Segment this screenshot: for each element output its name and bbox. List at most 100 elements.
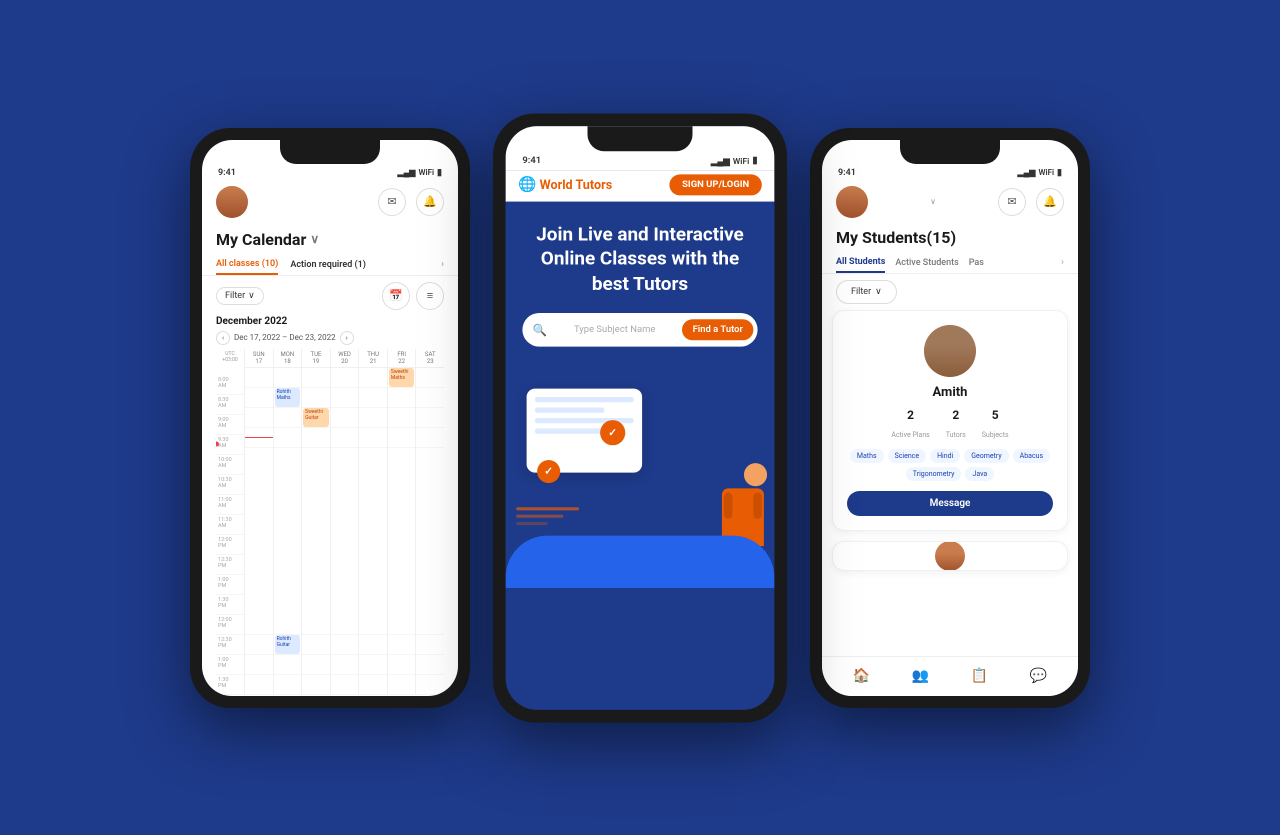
tag-java[interactable]: Java <box>965 467 994 481</box>
phone-students-screen: 9:41 ▂▄▆ WiFi ▮ ∨ ✉ 🔔 <box>822 140 1078 696</box>
message-button-amith[interactable]: Message <box>847 491 1053 516</box>
slot <box>359 368 387 388</box>
slot <box>359 428 387 448</box>
slot <box>416 615 444 635</box>
slot <box>274 408 302 428</box>
col-fri-pm <box>387 615 416 695</box>
tag-geometry[interactable]: Geometry <box>964 449 1008 463</box>
time-1200b: 12:00PM <box>216 615 244 635</box>
avatar-3[interactable] <box>836 186 868 218</box>
phones-container: 9:41 ▂▄▆ WiFi ▮ ✉ 🔔 My Calendar <box>170 108 1110 728</box>
tag-science[interactable]: Science <box>888 449 926 463</box>
slot <box>274 655 302 675</box>
nav-students-icon[interactable]: 👥 <box>912 668 929 684</box>
battery-icon-1: ▮ <box>437 168 442 178</box>
search-bar[interactable]: 🔍 Type Subject Name Find a Tutor <box>522 313 757 347</box>
slot <box>388 675 416 695</box>
speed-line-2 <box>516 514 563 517</box>
header-icons-3: ✉ 🔔 <box>998 188 1064 216</box>
signup-login-button[interactable]: SIGN UP/LOGIN <box>670 174 762 195</box>
slot <box>359 388 387 408</box>
bell-icon-1[interactable]: 🔔 <box>416 188 444 216</box>
thu-pm <box>359 615 387 695</box>
tab-past-students[interactable]: Pas <box>969 254 984 272</box>
subject-tags: Maths Science Hindi Geometry Abacus Trig… <box>847 449 1053 481</box>
time-1300: 1:00PM <box>216 575 244 595</box>
tag-hindi[interactable]: Hindi <box>930 449 960 463</box>
tab-active-students[interactable]: Active Students <box>895 254 958 272</box>
calendar-view-icon[interactable]: 📅 <box>382 282 410 310</box>
slot <box>388 655 416 675</box>
slot <box>416 675 444 695</box>
tab-action-required[interactable]: Action required (1) <box>290 256 366 274</box>
tag-maths[interactable]: Maths <box>850 449 884 463</box>
filter-button-1[interactable]: Filter ∨ <box>216 287 264 305</box>
slot <box>388 388 416 408</box>
date-range: Dec 17, 2022 – Dec 23, 2022 <box>234 333 336 342</box>
fri-pm <box>388 615 416 695</box>
slot-1230: RohithGuitar <box>274 635 302 655</box>
slot <box>388 408 416 428</box>
tag-trigonometry[interactable]: Trigonometry <box>906 467 962 481</box>
sun-pm <box>245 615 273 695</box>
phone3-header: ∨ ✉ 🔔 <box>822 182 1078 224</box>
v-badge: ✓ <box>537 460 560 483</box>
student-card-amith: Amith 2 Active Plans 2 Tutors 5 Subjects <box>832 310 1068 531</box>
event-rohith-guitar[interactable]: RohithGuitar <box>275 635 301 654</box>
nav-home-icon[interactable]: 🏠 <box>853 668 870 684</box>
phone2-header: 🌐 World Tutors SIGN UP/LOGIN <box>506 170 775 202</box>
col-thu-pm <box>358 615 387 695</box>
next-week-btn[interactable]: › <box>340 331 354 345</box>
search-placeholder-text[interactable]: Type Subject Name <box>554 324 676 335</box>
active-plans-number: 2 <box>891 408 929 422</box>
slot-930 <box>245 428 273 448</box>
wifi-icon-2: WiFi <box>733 156 749 165</box>
list-view-icon[interactable]: ≡ <box>416 282 444 310</box>
thu-slots <box>359 368 387 608</box>
time-130: 1:30PM <box>216 675 244 695</box>
arm-right <box>753 492 761 518</box>
avatar-1[interactable] <box>216 186 248 218</box>
slot <box>416 388 444 408</box>
partial-avatar <box>935 541 965 571</box>
header-tue: TUE19 <box>302 349 330 368</box>
find-tutor-button[interactable]: Find a Tutor <box>682 319 753 340</box>
tab-arrow-1: › <box>441 259 444 270</box>
status-icons-3: ▂▄▆ WiFi ▮ <box>1017 168 1062 178</box>
signal-icon-1: ▂▄▆ <box>397 168 415 177</box>
event-sweethi-maths[interactable]: SweethiMaths <box>389 368 415 387</box>
mail-icon-1[interactable]: ✉ <box>378 188 406 216</box>
tab-all-students[interactable]: All Students <box>836 253 885 273</box>
slot <box>245 675 273 695</box>
battery-icon-3: ▮ <box>1057 168 1062 178</box>
time-1: 9:41 <box>218 168 236 178</box>
nav-chat-icon[interactable]: 💬 <box>1030 668 1047 684</box>
slot <box>331 428 359 448</box>
nav-calendar-icon[interactable]: 📋 <box>971 668 988 684</box>
prev-week-btn[interactable]: ‹ <box>216 331 230 345</box>
mail-icon-3[interactable]: ✉ <box>998 188 1026 216</box>
tutors-number: 2 <box>946 408 966 422</box>
status-icons-1: ▂▄▆ WiFi ▮ <box>397 168 442 178</box>
time-930: 9:30AM <box>216 435 244 455</box>
slot <box>302 388 330 408</box>
subjects-number: 5 <box>982 408 1009 422</box>
event-sweethi-guitar[interactable]: SweethiGuitar <box>303 408 329 427</box>
bell-icon-3[interactable]: 🔔 <box>1036 188 1064 216</box>
filter-button-3[interactable]: Filter ∨ <box>836 280 897 304</box>
student-name-amith: Amith <box>847 385 1053 400</box>
filter-label-3: Filter <box>851 287 871 297</box>
tab-all-classes[interactable]: All classes (10) <box>216 255 278 275</box>
battery-icon-2: ▮ <box>752 155 757 166</box>
slot <box>245 615 273 635</box>
time-900: 9:00AM <box>216 415 244 435</box>
time-column: UTC+03:00 8:00AM 8:30AM 9:00AM 9:30AM 10… <box>216 349 244 615</box>
event-rohith-maths[interactable]: RohithMaths <box>275 388 301 407</box>
speed-line-1 <box>516 507 579 510</box>
filter-chevron-3: ∨ <box>875 287 882 297</box>
logo-tutors: Tutors <box>575 177 612 192</box>
view-toggles: 📅 ≡ <box>382 282 444 310</box>
col-sun: SUN17 <box>244 349 273 615</box>
tag-abacus[interactable]: Abacus <box>1013 449 1050 463</box>
stat-active-plans: 2 Active Plans <box>891 408 929 441</box>
